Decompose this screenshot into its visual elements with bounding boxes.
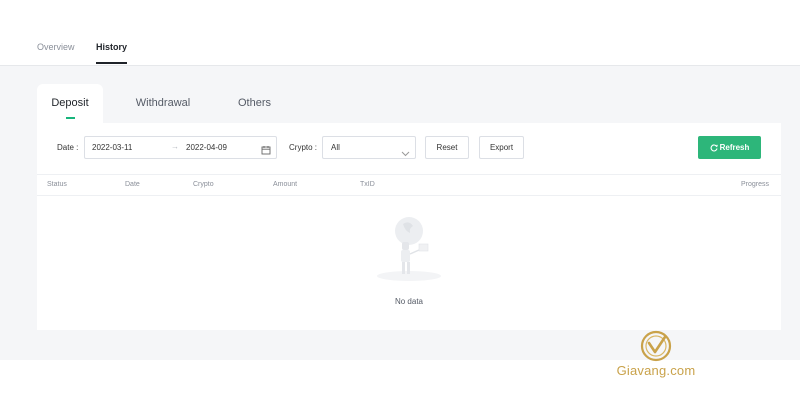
giavang-logo-icon	[640, 330, 672, 362]
tab-deposit[interactable]: Deposit	[37, 84, 103, 123]
end-date-input[interactable]: 2022-04-09	[186, 143, 227, 152]
column-amount: Amount	[273, 181, 298, 188]
tab-active-indicator	[66, 117, 75, 119]
crypto-select[interactable]: All	[322, 136, 416, 159]
empty-state-illustration	[367, 214, 457, 284]
date-label: Date :	[57, 143, 79, 152]
column-crypto: Crypto	[193, 181, 214, 188]
chevron-down-icon	[401, 144, 410, 162]
refresh-icon	[710, 144, 718, 152]
tab-history[interactable]: History	[96, 42, 128, 64]
table-header: Status Date Crypto Amount TxID Progress	[37, 174, 781, 196]
giavang-brand-text: Giavang.com	[616, 363, 696, 378]
column-txid: TxID	[360, 181, 375, 188]
refresh-button[interactable]: Refresh	[698, 136, 761, 159]
date-range-picker[interactable]: 2022-03-11 → 2022-04-09	[84, 136, 277, 159]
no-data-text: No data	[394, 297, 424, 306]
tab-active-underline	[96, 62, 128, 64]
giavang-watermark: Giavang.com	[610, 330, 702, 378]
tab-overview[interactable]: Overview	[37, 42, 75, 52]
crypto-label: Crypto :	[289, 143, 318, 152]
refresh-label: Refresh	[719, 143, 750, 152]
sub-tab-bar: Deposit Withdrawal Others	[37, 84, 781, 123]
crypto-select-value: All	[331, 143, 340, 152]
arrow-right-icon: →	[171, 142, 179, 151]
column-progress: Progress	[741, 181, 770, 188]
start-date-input[interactable]: 2022-03-11	[92, 143, 132, 152]
calendar-icon[interactable]	[261, 142, 271, 160]
reset-button[interactable]: Reset	[425, 136, 469, 159]
tab-withdrawal[interactable]: Withdrawal	[125, 84, 201, 123]
column-status: Status	[47, 181, 67, 188]
tab-others[interactable]: Others	[227, 84, 282, 123]
column-date: Date	[125, 181, 140, 188]
export-button[interactable]: Export	[479, 136, 524, 159]
top-tab-bar: Overview History	[0, 0, 800, 66]
history-card: Deposit Withdrawal Others Date : 2022-03…	[37, 84, 781, 330]
